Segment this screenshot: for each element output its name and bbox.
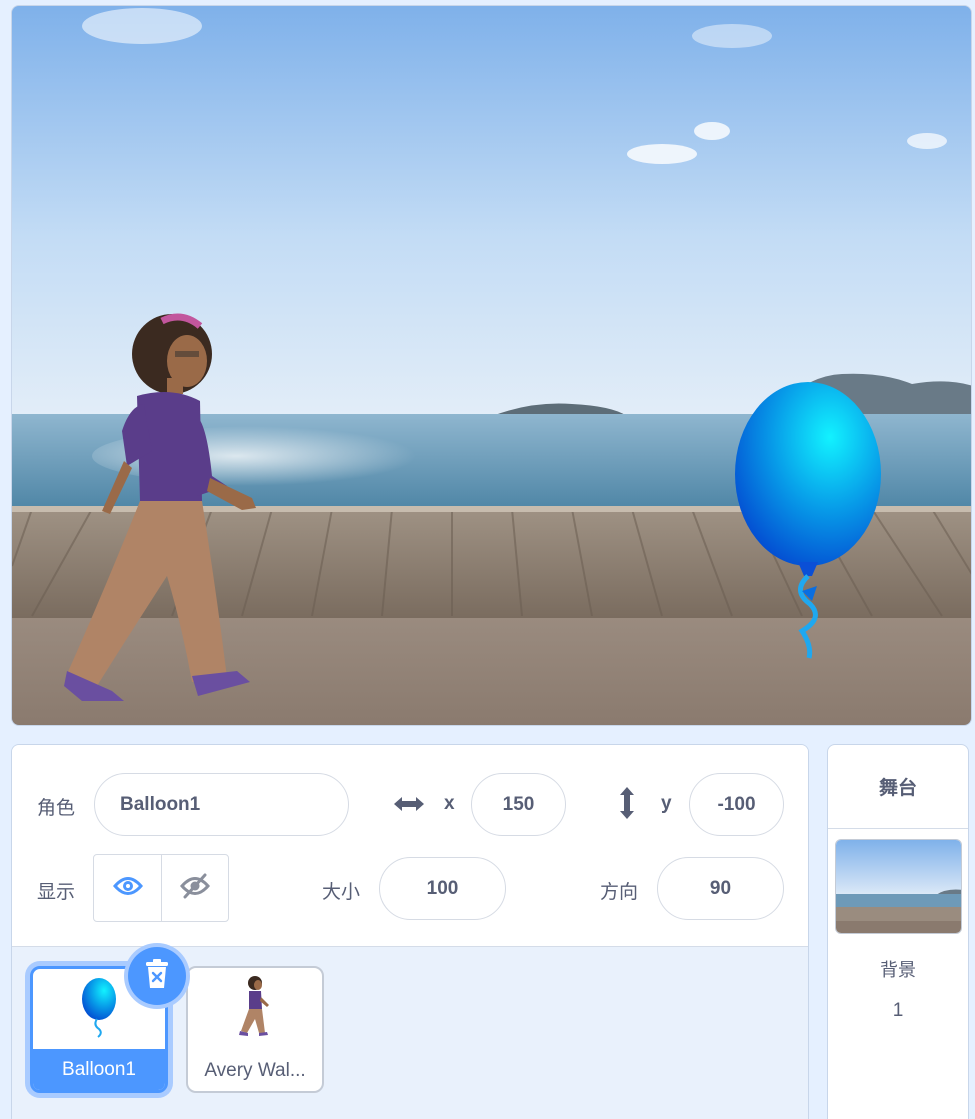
sprite-name-value: Balloon1: [120, 793, 201, 815]
x-label: x: [444, 793, 455, 814]
balloon-icon: [79, 977, 119, 1044]
stage-backdrop-thumbnail[interactable]: [835, 839, 962, 934]
hide-sprite-button[interactable]: [161, 855, 228, 921]
sprite-thumbnail: [188, 968, 322, 1051]
y-value: -100: [717, 793, 756, 815]
sprite-tile-label: Avery Wal...: [204, 1059, 306, 1081]
size-label: 大小: [322, 881, 361, 903]
sprite-tile-label: Balloon1: [33, 1049, 165, 1090]
sprite-properties: 角色 Balloon1 x 150 y -100 显示 大小 100 方向 90: [12, 745, 808, 947]
direction-value: 90: [709, 877, 732, 899]
backdrops-count: 1: [892, 1000, 904, 1021]
stage-selector[interactable]: 舞台 背景 1: [827, 744, 969, 1119]
stage-title: 舞台: [828, 745, 968, 829]
size-value: 100: [426, 877, 459, 899]
trash-icon: [143, 958, 171, 995]
y-label: y: [661, 793, 672, 814]
x-value: 150: [502, 793, 535, 815]
sprite-name-input[interactable]: Balloon1: [94, 773, 349, 836]
sprite-name-label: 角色: [37, 797, 76, 819]
horizontal-arrows-icon: [392, 793, 426, 820]
y-position-input[interactable]: -100: [689, 773, 784, 836]
x-position-input[interactable]: 150: [471, 773, 566, 836]
show-sprite-button[interactable]: [94, 855, 161, 921]
vertical-arrows-icon: [616, 785, 638, 826]
stage-canvas[interactable]: [11, 5, 972, 726]
eye-slash-icon: [180, 873, 210, 904]
sprite-tile-avery-walking[interactable]: Avery Wal...: [186, 966, 324, 1093]
show-label: 显示: [37, 881, 76, 903]
direction-input[interactable]: 90: [657, 857, 784, 920]
eye-icon: [112, 875, 143, 902]
avery-icon: [235, 975, 275, 1044]
direction-label: 方向: [600, 881, 639, 903]
stage-scene: [12, 6, 971, 725]
visibility-toggle: [93, 854, 229, 922]
delete-sprite-button[interactable]: [128, 947, 186, 1005]
sprite-info-panel: 角色 Balloon1 x 150 y -100 显示 大小 100 方向 90…: [11, 744, 809, 1119]
backdrops-label: 背景: [880, 960, 916, 981]
size-input[interactable]: 100: [379, 857, 506, 920]
